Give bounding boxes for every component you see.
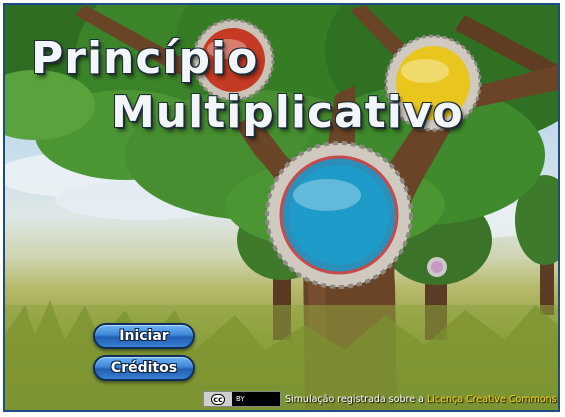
license-link[interactable]: Licença Creative Commons: [427, 394, 557, 405]
title-line-multiplicativo: Multiplicativo: [111, 87, 464, 138]
cc-logo-icon: cc: [204, 392, 232, 406]
app-title: Princípio Multiplicativo: [25, 33, 485, 143]
start-button[interactable]: Iniciar: [93, 323, 195, 349]
cc-by-label: BY: [236, 395, 245, 403]
creative-commons-badge[interactable]: cc BY: [203, 391, 281, 407]
license-bar: cc BY Simulação registrada sobre a Licen…: [203, 391, 557, 407]
title-line-principio: Princípio: [31, 33, 259, 84]
license-text: Simulação registrada sobre a: [285, 393, 424, 405]
small-pink-orb: [427, 257, 447, 277]
app-window: Princípio Multiplicativo Iniciar Crédito…: [3, 3, 560, 412]
blue-orb: [265, 141, 413, 289]
credits-button[interactable]: Créditos: [93, 355, 195, 381]
cc-logo-text: cc: [211, 393, 225, 405]
